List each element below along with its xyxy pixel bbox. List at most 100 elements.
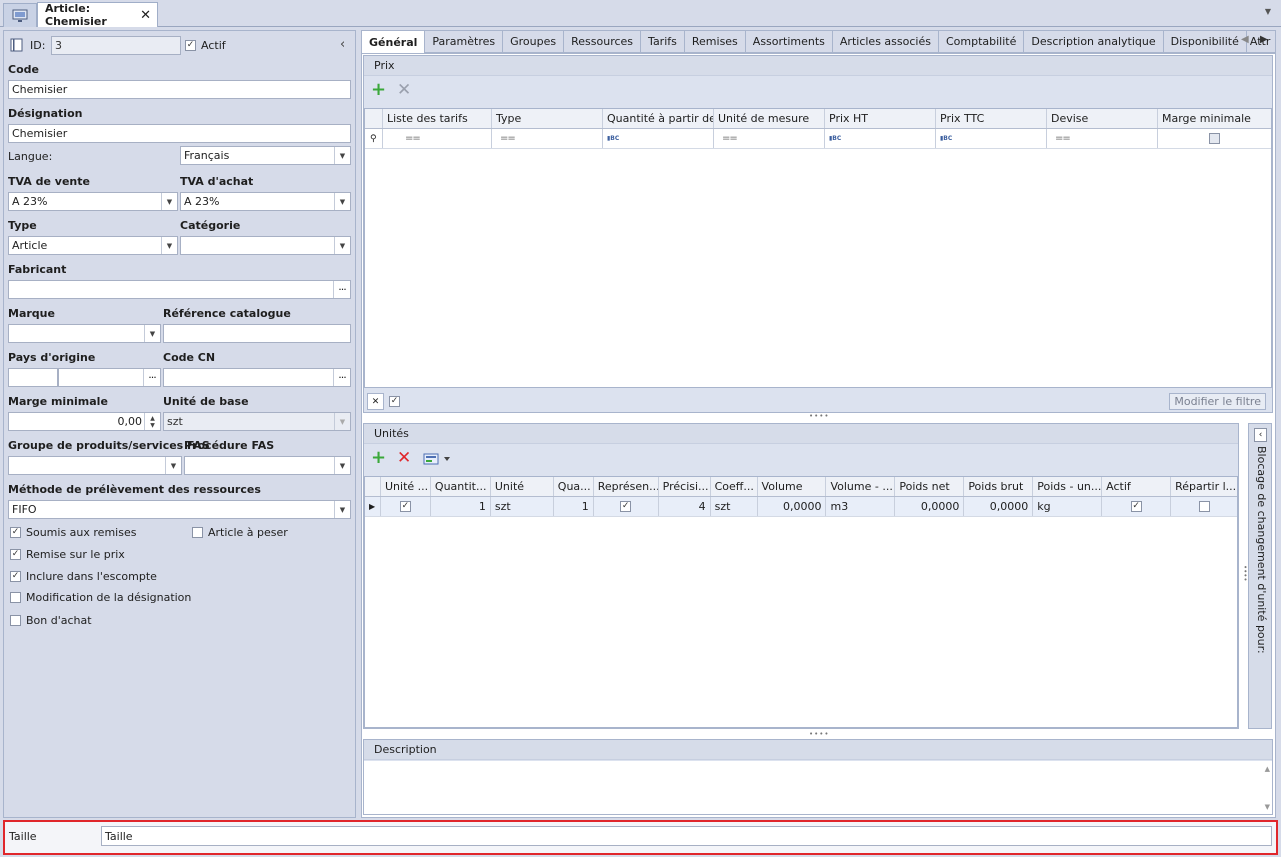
browse-icon[interactable]: ···	[143, 369, 160, 386]
chevron-down-icon[interactable]: ▼	[334, 457, 350, 474]
filter-row[interactable]: ⚲ == == ▮BC == ▮BC ▮BC ==	[365, 129, 1271, 149]
scroll-up-icon[interactable]: ▲	[1265, 765, 1270, 773]
table-cell[interactable]: m3	[826, 497, 896, 516]
tab-comptabilite[interactable]: Comptabilité	[938, 30, 1025, 53]
modif-designation-checkbox[interactable]: Modification de la désignation	[10, 591, 191, 604]
check-box[interactable]	[1198, 501, 1210, 512]
escompte-checkbox[interactable]: ✓ Inclure dans l'escompte	[10, 570, 157, 583]
tab-general[interactable]: Général	[361, 30, 426, 53]
ref-catalogue-input[interactable]	[163, 324, 351, 343]
table-cell[interactable]: 0,0000	[895, 497, 965, 516]
column-header[interactable]: Quantit...	[431, 477, 491, 496]
remise-prix-checkbox[interactable]: ✓ Remise sur le prix	[10, 548, 125, 561]
procedure-fas-select[interactable]: ▼	[184, 456, 351, 475]
methode-select[interactable]: FIFO ▼	[8, 500, 351, 519]
column-header[interactable]: Marge minimale	[1158, 109, 1271, 128]
splitter-handle[interactable]: ••••	[1241, 565, 1249, 582]
tab-description-analytique[interactable]: Description analytique	[1024, 30, 1164, 53]
table-cell[interactable]: ✓	[1102, 497, 1172, 516]
actif-check-box[interactable]: ✓	[185, 40, 196, 51]
table-cell[interactable]: ✓	[594, 497, 659, 516]
table-cell[interactable]: 1	[431, 497, 491, 516]
table-cell[interactable]: kg	[1033, 497, 1103, 516]
type-select[interactable]: Article ▼	[8, 236, 178, 255]
column-header[interactable]: Représen...	[594, 477, 659, 496]
code-input[interactable]: Chemisier	[8, 80, 351, 99]
chevron-down-icon[interactable]: ▼	[334, 501, 350, 518]
actif-checkbox[interactable]: ✓ Actif	[185, 39, 226, 52]
fabricant-input[interactable]: ···	[8, 280, 351, 299]
table-cell[interactable]: 4	[659, 497, 711, 516]
designation-input[interactable]: Chemisier	[8, 124, 351, 143]
tab-scroll-left-icon[interactable]: ◀	[1241, 34, 1249, 45]
add-icon[interactable]: +	[371, 81, 386, 99]
check-box[interactable]: ✓	[10, 527, 21, 538]
marge-spinner[interactable]: 0,00 ▲ ▼	[8, 412, 161, 431]
splitter-handle[interactable]: ••••	[809, 412, 830, 420]
pays-name-input[interactable]: ···	[58, 368, 161, 387]
table-cell[interactable]: 0,0000	[964, 497, 1034, 516]
column-header[interactable]: Unité ...	[381, 477, 431, 496]
categorie-select[interactable]: ▼	[180, 236, 351, 255]
tab-list-dropdown-icon[interactable]: ▼	[1265, 7, 1271, 16]
tab-articles-associes[interactable]: Articles associés	[832, 30, 939, 53]
column-header[interactable]: Devise	[1047, 109, 1158, 128]
langue-select[interactable]: Français ▼	[180, 146, 351, 165]
column-header[interactable]: Type	[492, 109, 603, 128]
column-header[interactable]: Volume	[758, 477, 827, 496]
table-cell[interactable]: 1	[554, 497, 594, 516]
marque-select[interactable]: ▼	[8, 324, 161, 343]
column-header[interactable]: Prix TTC	[936, 109, 1047, 128]
code-cn-input[interactable]: ···	[163, 368, 351, 387]
document-tab-article[interactable]: Article: Chemisier ✕	[37, 2, 158, 28]
scroll-down-icon[interactable]: ▼	[1265, 803, 1270, 811]
collapse-panel-icon[interactable]: ‹	[340, 37, 345, 52]
filter-cell[interactable]: ==	[1047, 129, 1158, 148]
filter-cell[interactable]: ==	[492, 129, 603, 148]
check-box[interactable]	[10, 615, 21, 626]
close-tab-icon[interactable]: ✕	[140, 8, 151, 23]
chevron-down-icon[interactable]: ▼	[165, 457, 181, 474]
spinner-arrows-icon[interactable]: ▲ ▼	[144, 413, 160, 430]
tab-parametres[interactable]: Paramètres	[425, 30, 504, 53]
table-cell[interactable]	[1171, 497, 1237, 516]
column-header[interactable]: Coeff...	[711, 477, 758, 496]
unit-lock-side-panel[interactable]: ‹ Blocage de changement d'unité pour:	[1248, 423, 1272, 729]
tva-achat-select[interactable]: A 23% ▼	[180, 192, 351, 211]
table-cell[interactable]: ✓	[381, 497, 431, 516]
check-box[interactable]	[10, 592, 21, 603]
check-box[interactable]: ✓	[399, 501, 411, 512]
groupe-fas-select[interactable]: ▼	[8, 456, 182, 475]
filter-cell[interactable]: ▮BC	[603, 129, 714, 148]
bon-achat-checkbox[interactable]: Bon d'achat	[10, 614, 92, 627]
check-box[interactable]	[1209, 133, 1220, 144]
taille-input[interactable]: Taille	[101, 826, 1272, 846]
tab-groupes[interactable]: Groupes	[503, 30, 565, 53]
check-box[interactable]: ✓	[10, 549, 21, 560]
tab-scroll-right-icon[interactable]: ▶	[1260, 34, 1268, 45]
column-header[interactable]: Poids net	[895, 477, 965, 496]
tab-assortiments[interactable]: Assortiments	[745, 30, 833, 53]
splitter-handle[interactable]: ••••	[809, 730, 830, 738]
chevron-down-icon[interactable]: ▼	[161, 193, 177, 210]
article-peser-checkbox[interactable]: Article à peser	[192, 526, 288, 539]
filter-enabled-check-box[interactable]: ✓	[389, 396, 400, 407]
filter-cell[interactable]: ▮BC	[936, 129, 1047, 148]
check-box[interactable]: ✓	[10, 571, 21, 582]
soumis-remises-checkbox[interactable]: ✓ Soumis aux remises	[10, 526, 136, 539]
column-header[interactable]: Volume - ...	[826, 477, 896, 496]
column-header[interactable]: Répartir l...	[1171, 477, 1237, 496]
pays-code-input[interactable]	[8, 368, 58, 387]
filter-cell[interactable]: ▮BC	[825, 129, 936, 148]
table-cell[interactable]: szt	[491, 497, 554, 516]
check-box[interactable]: ✓	[620, 501, 632, 512]
table-cell[interactable]: 0,0000	[758, 497, 827, 516]
column-header[interactable]: Poids - un...	[1033, 477, 1103, 496]
filter-cell[interactable]: ==	[383, 129, 492, 148]
tva-vente-select[interactable]: A 23% ▼	[8, 192, 178, 211]
chevron-down-icon[interactable]: ▼	[334, 237, 350, 254]
column-header[interactable]: Précisi...	[659, 477, 711, 496]
filter-cell[interactable]: ==	[714, 129, 825, 148]
clear-filter-icon[interactable]: ✕	[367, 393, 384, 410]
home-tab[interactable]	[3, 3, 37, 27]
